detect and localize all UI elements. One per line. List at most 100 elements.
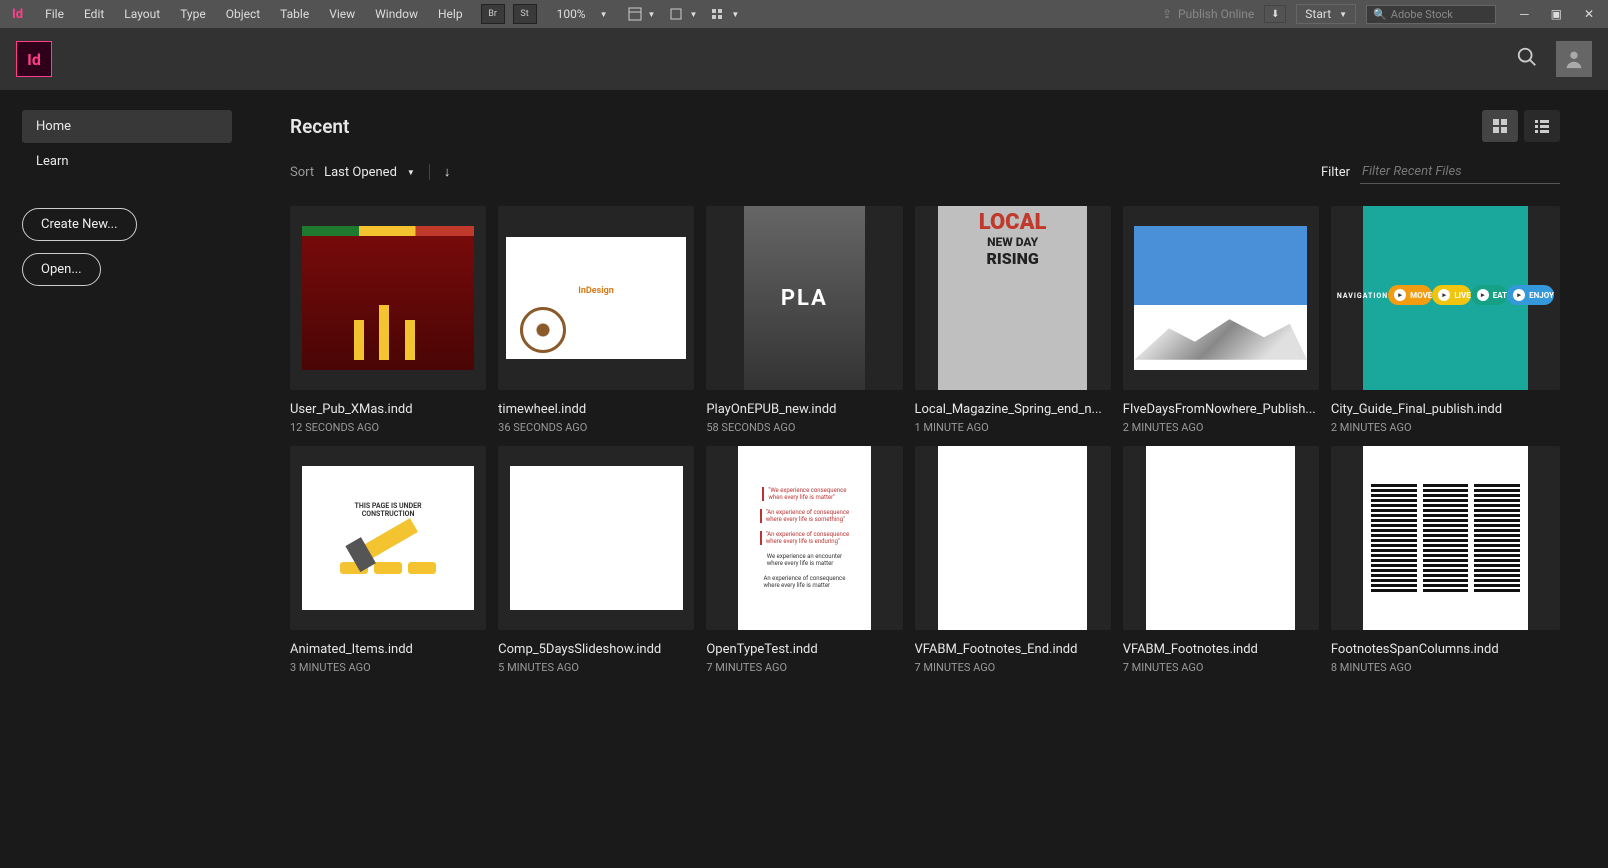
zoom-dropdown[interactable]: 100% ▼	[551, 5, 608, 23]
minimize-button[interactable]: ─	[1514, 5, 1535, 23]
close-button[interactable]: ✕	[1578, 5, 1600, 23]
sort-value: Last Opened	[324, 165, 397, 180]
sidebar-item-learn[interactable]: Learn	[22, 145, 232, 178]
user-avatar[interactable]	[1556, 41, 1592, 77]
filter-input[interactable]	[1360, 160, 1560, 184]
menu-layout[interactable]: Layout	[114, 1, 170, 27]
body-area: Home Learn Create New... Open... Recent …	[0, 90, 1608, 868]
sort-filter-row: Sort Last Opened ▼ ↓ Filter	[290, 160, 1560, 184]
chevron-down-icon: ▼	[1339, 10, 1347, 19]
file-name: Comp_5DaysSlideshow.indd	[498, 642, 694, 657]
zoom-value: 100%	[551, 5, 592, 23]
file-name: VFABM_Footnotes.indd	[1123, 642, 1319, 657]
file-card[interactable]: PLA PlayOnEPUB_new.indd 58 SECONDS AGO	[706, 206, 902, 434]
list-view-button[interactable]	[1524, 110, 1560, 142]
file-thumbnail[interactable]	[1123, 206, 1319, 390]
search-icon[interactable]	[1516, 46, 1538, 73]
maximize-button[interactable]: ▣	[1545, 5, 1568, 23]
file-name: FootnotesSpanColumns.indd	[1331, 642, 1560, 657]
file-thumbnail[interactable]: NAVIGATION▸MOVE▸LIVE▸EAT▸ENJOY	[1331, 206, 1560, 390]
file-name: timewheel.indd	[498, 402, 694, 417]
menu-file[interactable]: File	[35, 1, 74, 27]
menu-edit[interactable]: Edit	[74, 1, 114, 27]
file-card[interactable]: NAVIGATION▸MOVE▸LIVE▸EAT▸ENJOY City_Guid…	[1331, 206, 1560, 434]
menu-view[interactable]: View	[319, 1, 365, 27]
sidebar-item-home[interactable]: Home	[22, 110, 232, 143]
page-title: Recent	[290, 115, 349, 138]
file-timestamp: 5 MINUTES AGO	[498, 661, 694, 674]
menu-window[interactable]: Window	[365, 1, 428, 27]
adobe-stock-search[interactable]: 🔍 Adobe Stock	[1366, 5, 1496, 24]
publish-online-label: Publish Online	[1178, 7, 1254, 21]
file-card[interactable]: VFABM_Footnotes_End.indd 7 MINUTES AGO	[915, 446, 1111, 674]
menubar-right: ⇪ Publish Online ⬇ Start ▼ 🔍 Adobe Stock…	[1162, 4, 1608, 24]
file-timestamp: 58 SECONDS AGO	[706, 421, 902, 434]
sync-settings-icon[interactable]: ⬇	[1264, 5, 1286, 23]
create-new-button[interactable]: Create New...	[22, 208, 137, 241]
file-timestamp: 7 MINUTES AGO	[1123, 661, 1319, 674]
sort-direction-button[interactable]: ↓	[429, 164, 451, 180]
file-timestamp: 2 MINUTES AGO	[1331, 421, 1560, 434]
file-name: PlayOnEPUB_new.indd	[706, 402, 902, 417]
stock-placeholder: Adobe Stock	[1391, 8, 1453, 21]
file-thumbnail[interactable]	[1331, 446, 1560, 630]
chevron-down-icon: ▼	[407, 168, 415, 177]
workspace-label: Start	[1305, 7, 1331, 21]
file-thumbnail[interactable]: InDesign	[498, 206, 694, 390]
sidebar-nav: Home Learn	[22, 110, 238, 178]
file-name: VFABM_Footnotes_End.indd	[915, 642, 1111, 657]
file-timestamp: 1 MINUTE AGO	[915, 421, 1111, 434]
file-card[interactable]: FootnotesSpanColumns.indd 8 MINUTES AGO	[1331, 446, 1560, 674]
menu-type[interactable]: Type	[170, 1, 216, 27]
stock-icon[interactable]: St	[513, 4, 537, 24]
file-card[interactable]: User_Pub_XMas.indd 12 SECONDS AGO	[290, 206, 486, 434]
file-thumbnail[interactable]: LOCALNEW DAYRISING	[915, 206, 1111, 390]
menu-help[interactable]: Help	[428, 1, 473, 27]
menu-table[interactable]: Table	[270, 1, 319, 27]
search-icon: 🔍	[1373, 8, 1387, 21]
file-name: User_Pub_XMas.indd	[290, 402, 486, 417]
view-option-3[interactable]: ▼	[711, 7, 739, 21]
file-thumbnail[interactable]	[290, 206, 486, 390]
menu-object[interactable]: Object	[216, 1, 270, 27]
grid-view-button[interactable]	[1482, 110, 1518, 142]
app-brand-icon: Id	[0, 7, 35, 22]
file-thumbnail[interactable]	[498, 446, 694, 630]
list-icon	[1534, 118, 1550, 134]
filter-area: Filter	[1321, 160, 1560, 184]
main-menus: File Edit Layout Type Object Table View …	[35, 1, 472, 27]
workspace-dropdown[interactable]: Start ▼	[1296, 4, 1356, 24]
cloud-upload-icon: ⇪	[1162, 7, 1172, 21]
file-card[interactable]: FIveDaysFromNowhere_Publish... 2 MINUTES…	[1123, 206, 1319, 434]
publish-online-button[interactable]: ⇪ Publish Online	[1162, 7, 1254, 21]
main-content: Recent Sort Last Opened ▼ ↓ Filter	[260, 90, 1608, 868]
bridge-icon[interactable]: Br	[481, 4, 505, 24]
file-card[interactable]: InDesign timewheel.indd 36 SECONDS AGO	[498, 206, 694, 434]
file-card[interactable]: VFABM_Footnotes.indd 7 MINUTES AGO	[1123, 446, 1319, 674]
view-option-2[interactable]: ▼	[669, 7, 697, 21]
file-thumbnail[interactable]: THIS PAGE IS UNDER CONSTRUCTION	[290, 446, 486, 630]
sort-dropdown[interactable]: Last Opened ▼	[324, 165, 415, 180]
file-thumbnail[interactable]: "We experience consequencewhen every lif…	[706, 446, 902, 630]
file-timestamp: 8 MINUTES AGO	[1331, 661, 1560, 674]
menubar: Id File Edit Layout Type Object Table Vi…	[0, 0, 1608, 28]
file-name: OpenTypeTest.indd	[706, 642, 902, 657]
file-name: Local_Magazine_Spring_end_n...	[915, 402, 1111, 417]
file-thumbnail[interactable]	[1123, 446, 1319, 630]
sort-label: Sort	[290, 165, 314, 180]
file-thumbnail[interactable]	[915, 446, 1111, 630]
file-timestamp: 7 MINUTES AGO	[915, 661, 1111, 674]
filter-label: Filter	[1321, 165, 1350, 180]
file-name: City_Guide_Final_publish.indd	[1331, 402, 1560, 417]
file-timestamp: 2 MINUTES AGO	[1123, 421, 1319, 434]
open-button[interactable]: Open...	[22, 253, 101, 286]
file-card[interactable]: LOCALNEW DAYRISING Local_Magazine_Spring…	[915, 206, 1111, 434]
file-card[interactable]: "We experience consequencewhen every lif…	[706, 446, 902, 674]
view-toggle	[1482, 110, 1560, 142]
sidebar: Home Learn Create New... Open...	[0, 90, 260, 868]
file-card[interactable]: THIS PAGE IS UNDER CONSTRUCTION Animated…	[290, 446, 486, 674]
home-topbar: Id	[0, 28, 1608, 90]
file-thumbnail[interactable]: PLA	[706, 206, 902, 390]
file-card[interactable]: Comp_5DaysSlideshow.indd 5 MINUTES AGO	[498, 446, 694, 674]
view-option-1[interactable]: ▼	[628, 7, 656, 21]
